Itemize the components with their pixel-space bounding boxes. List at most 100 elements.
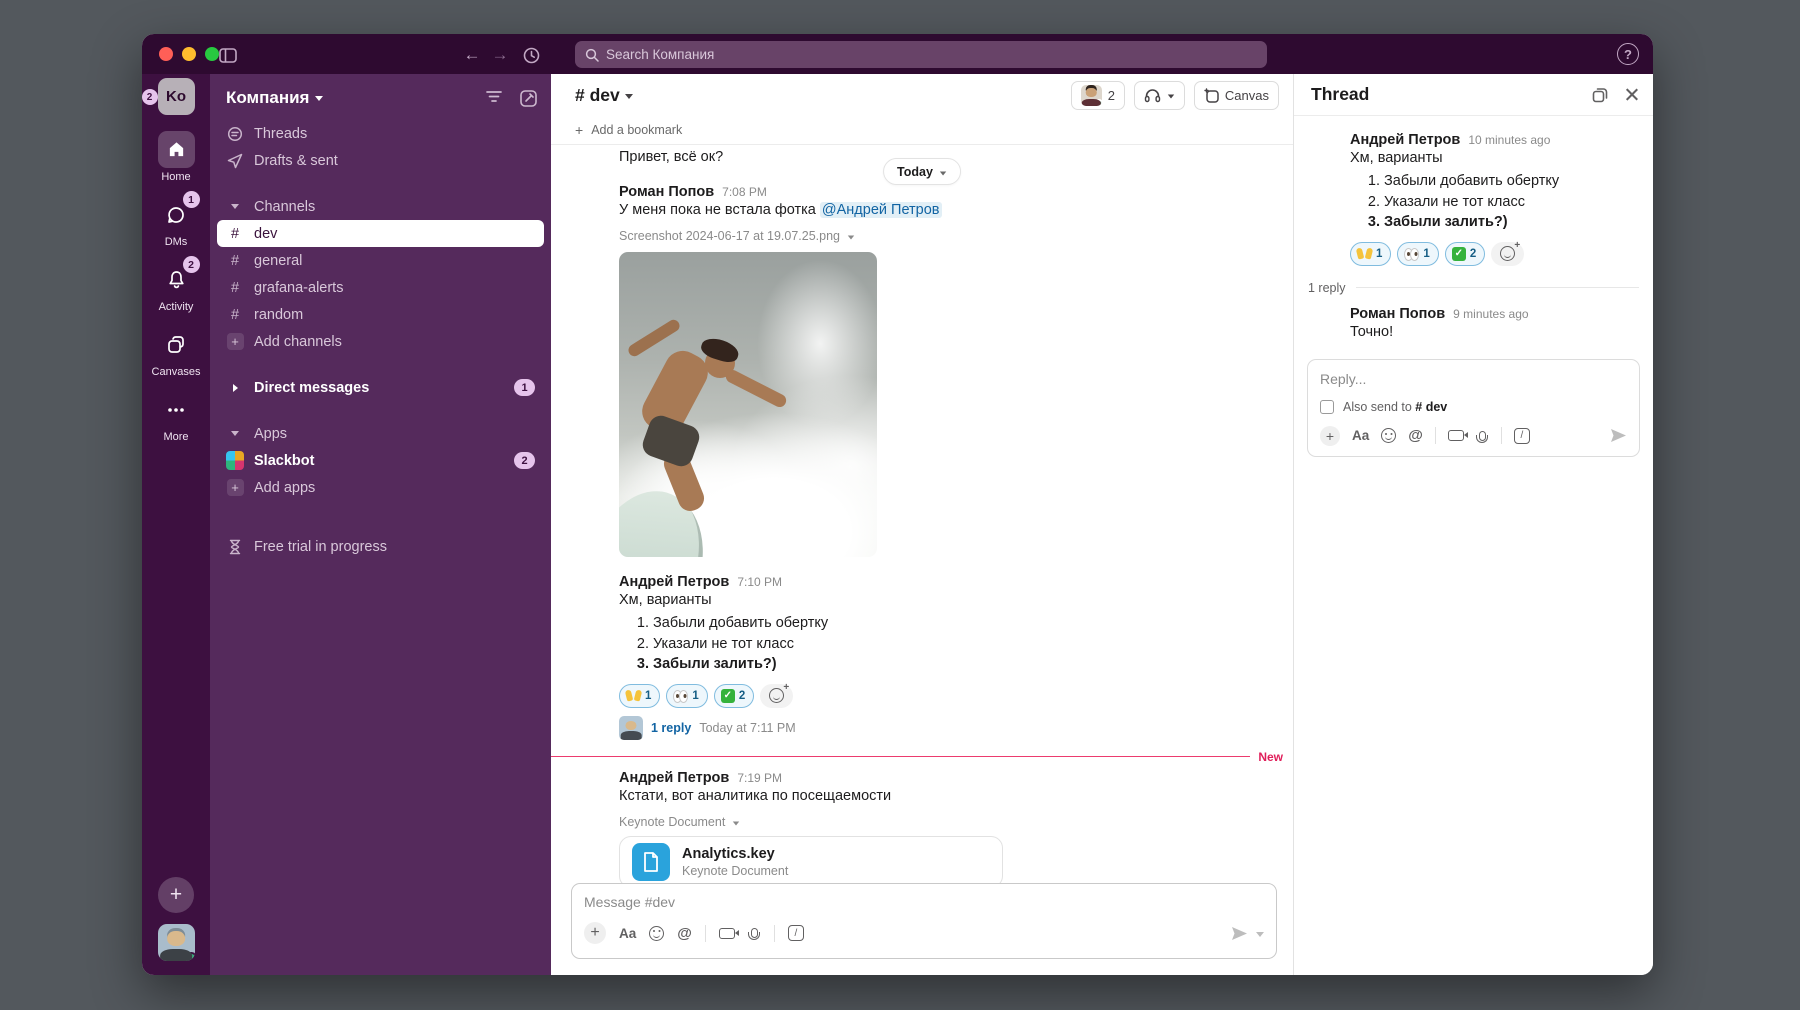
search-input[interactable]: Search Компания: [575, 41, 1267, 68]
reaction-check-mark[interactable]: ✓ 2: [714, 684, 754, 708]
mention-button[interactable]: @: [1408, 427, 1423, 444]
filter-icon[interactable]: [486, 90, 502, 107]
rail-item-activity[interactable]: 2 Activity: [158, 261, 195, 313]
close-icon[interactable]: [1624, 87, 1639, 102]
rail-item-dms[interactable]: 1 DMs: [158, 196, 195, 248]
rail-item-more[interactable]: More: [158, 391, 195, 443]
sidebar-channel-grafana-alerts[interactable]: # grafana-alerts: [210, 274, 551, 301]
message-author[interactable]: Роман Попов: [619, 184, 714, 200]
shortcuts-button[interactable]: /: [1514, 428, 1530, 444]
reaction-raising-hands[interactable]: 1: [1350, 242, 1391, 266]
attach-button[interactable]: +: [584, 922, 606, 944]
message[interactable]: Роман Попов 7:08 PM У меня пока не встал…: [551, 184, 1293, 557]
history-back-icon[interactable]: ←: [460, 43, 484, 67]
canvases-icon[interactable]: [157, 326, 194, 363]
home-icon[interactable]: [158, 131, 195, 168]
attachment-filename[interactable]: Screenshot 2024-06-17 at 19.07.25.png: [619, 229, 840, 243]
close-window-button[interactable]: [159, 47, 173, 61]
members-button[interactable]: 2: [1071, 81, 1125, 110]
mention-button[interactable]: @: [677, 925, 692, 942]
attach-button[interactable]: +: [1320, 426, 1340, 446]
message-timestamp[interactable]: 7:08 PM: [722, 185, 767, 199]
reaction-eyes[interactable]: 1: [666, 684, 707, 708]
emoji-button[interactable]: [649, 926, 664, 941]
attachment-type-label[interactable]: Keynote Document: [619, 815, 725, 829]
file-attachment-card[interactable]: Analytics.key Keynote Document: [619, 836, 1003, 888]
formatting-button[interactable]: Aa: [1352, 428, 1369, 443]
dm-section-header[interactable]: Direct messages 1: [210, 374, 551, 401]
more-icon[interactable]: [158, 391, 195, 428]
message-timestamp[interactable]: 10 minutes ago: [1468, 133, 1550, 147]
sidebar-item-slackbot[interactable]: Slackbot 2: [210, 447, 551, 474]
message-author[interactable]: Андрей Петров: [619, 574, 729, 590]
thread-root-message[interactable]: Андрей Петров 10 minutes ago Хм, вариант…: [1294, 132, 1653, 266]
sidebar-item-threads[interactable]: Threads: [210, 120, 551, 147]
date-divider-pill[interactable]: Today: [883, 158, 961, 185]
huddle-button[interactable]: [1134, 81, 1185, 110]
add-reaction-button[interactable]: [1491, 242, 1524, 266]
formatting-button[interactable]: Aa: [619, 926, 636, 941]
reply-count-link[interactable]: 1 reply: [651, 721, 691, 735]
plus-icon: +: [170, 883, 182, 907]
thread-reply-message[interactable]: Роман Попов 9 minutes ago Точно!: [1294, 306, 1653, 343]
free-trial-banner[interactable]: Free trial in progress: [210, 533, 551, 560]
dms-icon[interactable]: 1: [158, 196, 195, 233]
channel-title[interactable]: # dev: [575, 85, 633, 106]
reaction-eyes[interactable]: 1: [1397, 242, 1438, 266]
popout-icon[interactable]: [1592, 87, 1608, 103]
workspace-name[interactable]: Компания: [226, 88, 309, 108]
reply-composer[interactable]: Reply... Also send to # dev + Aa @: [1307, 359, 1640, 457]
reaction-check-mark[interactable]: ✓ 2: [1445, 242, 1485, 266]
compose-icon[interactable]: [520, 90, 537, 107]
rail-item-home[interactable]: Home: [158, 131, 195, 183]
audio-button[interactable]: [751, 928, 758, 938]
video-button[interactable]: [1448, 430, 1464, 441]
message[interactable]: Андрей Петров 7:10 PM Хм, варианты Забыл…: [551, 574, 1293, 740]
message-author[interactable]: Андрей Петров: [1350, 132, 1460, 148]
emoji-button[interactable]: [1381, 428, 1396, 443]
message-author[interactable]: Роман Попов: [1350, 306, 1445, 322]
send-options-chevron[interactable]: [1256, 932, 1264, 937]
message-timestamp[interactable]: 7:19 PM: [737, 771, 782, 785]
rail-item-canvases[interactable]: Canvases: [152, 326, 201, 378]
also-send-checkbox[interactable]: [1320, 400, 1334, 414]
apps-section-header[interactable]: Apps: [210, 420, 551, 447]
message[interactable]: Андрей Петров 7:19 PM Кстати, вот аналит…: [551, 770, 1293, 888]
minimize-window-button[interactable]: [182, 47, 196, 61]
user-avatar[interactable]: [158, 924, 195, 961]
video-button[interactable]: [719, 928, 735, 939]
sidebar-channel-dev[interactable]: # dev: [217, 220, 544, 247]
add-reaction-button[interactable]: [760, 684, 793, 708]
send-button[interactable]: [1231, 926, 1248, 941]
message-timestamp[interactable]: 9 minutes ago: [1453, 307, 1528, 321]
send-button[interactable]: [1610, 428, 1627, 443]
sidebar-channel-general[interactable]: # general: [210, 247, 551, 274]
history-clock-icon[interactable]: [519, 43, 543, 67]
help-icon[interactable]: ?: [1617, 43, 1639, 65]
add-channels-button[interactable]: + Add channels: [210, 328, 551, 355]
add-apps-button[interactable]: + Add apps: [210, 474, 551, 501]
thread-reply-bar[interactable]: 1 reply Today at 7:11 PM: [619, 716, 1293, 740]
sidebar-channel-random[interactable]: # random: [210, 301, 551, 328]
audio-button[interactable]: [1479, 431, 1486, 441]
reaction-raising-hands[interactable]: 1: [619, 684, 660, 708]
attachment-image[interactable]: [619, 252, 877, 557]
message-timestamp[interactable]: 7:10 PM: [737, 575, 782, 589]
activity-icon[interactable]: 2: [158, 261, 195, 298]
message-composer[interactable]: Message #dev + Aa @ /: [571, 883, 1277, 959]
chevron-down-icon[interactable]: [733, 821, 739, 825]
shortcuts-button[interactable]: /: [788, 925, 804, 941]
canvas-button[interactable]: Canvas: [1194, 81, 1279, 110]
composer-placeholder[interactable]: Message #dev: [584, 894, 1264, 910]
channels-section-header[interactable]: Channels: [210, 193, 551, 220]
bookmarks-bar[interactable]: + Add a bookmark: [551, 116, 1293, 145]
reply-placeholder[interactable]: Reply...: [1320, 371, 1627, 387]
history-forward-icon[interactable]: →: [488, 43, 512, 67]
sidebar-toggle-icon[interactable]: [216, 43, 240, 67]
sidebar-item-drafts[interactable]: Drafts & sent: [210, 147, 551, 174]
workspace-switcher[interactable]: 2 Ko: [158, 78, 195, 115]
message-author[interactable]: Андрей Петров: [619, 770, 729, 786]
user-mention[interactable]: @Андрей Петров: [820, 202, 942, 218]
create-new-button[interactable]: +: [158, 877, 194, 913]
chevron-down-icon[interactable]: [848, 236, 854, 240]
